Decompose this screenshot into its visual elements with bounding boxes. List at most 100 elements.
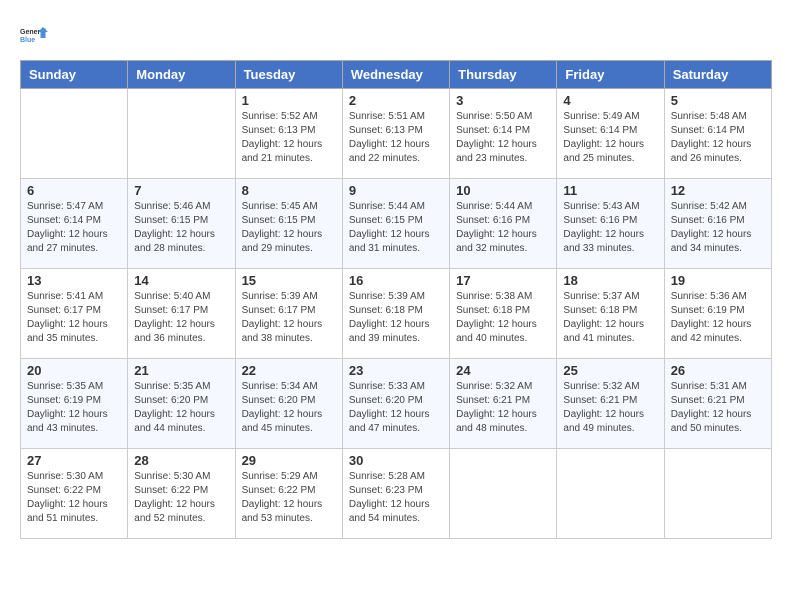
calendar-cell: 23 Sunrise: 5:33 AM Sunset: 6:20 PM Dayli… xyxy=(342,359,449,449)
day-number: 16 xyxy=(349,273,443,288)
day-info: Sunrise: 5:33 AM Sunset: 6:20 PM Dayligh… xyxy=(349,380,443,436)
calendar-cell: 6 Sunrise: 5:47 AM Sunset: 6:14 PM Daylig… xyxy=(21,179,128,269)
day-info: Sunrise: 5:50 AM Sunset: 6:14 PM Dayligh… xyxy=(456,110,550,166)
day-number: 21 xyxy=(134,363,228,378)
day-of-week-header: Thursday xyxy=(450,61,557,89)
day-info: Sunrise: 5:43 AM Sunset: 6:16 PM Dayligh… xyxy=(563,200,657,256)
day-info: Sunrise: 5:30 AM Sunset: 6:22 PM Dayligh… xyxy=(134,470,228,526)
day-number: 19 xyxy=(671,273,765,288)
day-of-week-header: Tuesday xyxy=(235,61,342,89)
calendar-cell: 13Sunrise: 5:41 AM Sunset: 6:17 PM Dayli… xyxy=(21,269,128,359)
day-info: Sunrise: 5:46 AM Sunset: 6:15 PM Dayligh… xyxy=(134,200,228,256)
day-number: 28 xyxy=(134,453,228,468)
calendar-cell: 17 Sunrise: 5:38 AM Sunset: 6:18 PM Dayli… xyxy=(450,269,557,359)
day-number: 24 xyxy=(456,363,550,378)
day-number: 15 xyxy=(242,273,336,288)
day-info: Sunrise: 5:34 AM Sunset: 6:20 PM Dayligh… xyxy=(242,380,336,436)
day-info: Sunrise: 5:35 AM Sunset: 6:20 PM Dayligh… xyxy=(134,380,228,436)
day-of-week-header: Wednesday xyxy=(342,61,449,89)
calendar-cell: 28 Sunrise: 5:30 AM Sunset: 6:22 PM Dayli… xyxy=(128,449,235,539)
calendar-table: SundayMondayTuesdayWednesdayThursdayFrid… xyxy=(20,60,772,539)
calendar-cell: 1 Sunrise: 5:52 AM Sunset: 6:13 PM Daylig… xyxy=(235,89,342,179)
calendar-cell xyxy=(21,89,128,179)
day-number: 7 xyxy=(134,183,228,198)
logo: GeneralBlue xyxy=(20,20,50,50)
calendar-cell: 18 Sunrise: 5:37 AM Sunset: 6:18 PM Dayli… xyxy=(557,269,664,359)
day-info: Sunrise: 5:47 AM Sunset: 6:14 PM Dayligh… xyxy=(27,200,121,256)
day-number: 2 xyxy=(349,93,443,108)
day-number: 5 xyxy=(671,93,765,108)
calendar-week-row: 13Sunrise: 5:41 AM Sunset: 6:17 PM Dayli… xyxy=(21,269,772,359)
day-info: Sunrise: 5:32 AM Sunset: 6:21 PM Dayligh… xyxy=(563,380,657,436)
day-info: Sunrise: 5:52 AM Sunset: 6:13 PM Dayligh… xyxy=(242,110,336,166)
calendar-cell: 29 Sunrise: 5:29 AM Sunset: 6:22 PM Dayli… xyxy=(235,449,342,539)
day-info: Sunrise: 5:45 AM Sunset: 6:15 PM Dayligh… xyxy=(242,200,336,256)
calendar-week-row: 6 Sunrise: 5:47 AM Sunset: 6:14 PM Daylig… xyxy=(21,179,772,269)
calendar-cell: 30 Sunrise: 5:28 AM Sunset: 6:23 PM Dayli… xyxy=(342,449,449,539)
day-info: Sunrise: 5:37 AM Sunset: 6:18 PM Dayligh… xyxy=(563,290,657,346)
day-info: Sunrise: 5:40 AM Sunset: 6:17 PM Dayligh… xyxy=(134,290,228,346)
day-of-week-header: Monday xyxy=(128,61,235,89)
calendar-cell: 16 Sunrise: 5:39 AM Sunset: 6:18 PM Dayli… xyxy=(342,269,449,359)
calendar-cell: 24Sunrise: 5:32 AM Sunset: 6:21 PM Dayli… xyxy=(450,359,557,449)
calendar-cell: 11 Sunrise: 5:43 AM Sunset: 6:16 PM Dayli… xyxy=(557,179,664,269)
day-number: 29 xyxy=(242,453,336,468)
day-number: 14 xyxy=(134,273,228,288)
calendar-cell: 19 Sunrise: 5:36 AM Sunset: 6:19 PM Dayli… xyxy=(664,269,771,359)
calendar-cell: 10 Sunrise: 5:44 AM Sunset: 6:16 PM Dayli… xyxy=(450,179,557,269)
day-number: 27 xyxy=(27,453,121,468)
day-info: Sunrise: 5:44 AM Sunset: 6:16 PM Dayligh… xyxy=(456,200,550,256)
calendar-cell: 26 Sunrise: 5:31 AM Sunset: 6:21 PM Dayli… xyxy=(664,359,771,449)
day-number: 25 xyxy=(563,363,657,378)
day-info: Sunrise: 5:36 AM Sunset: 6:19 PM Dayligh… xyxy=(671,290,765,346)
day-number: 10 xyxy=(456,183,550,198)
day-number: 1 xyxy=(242,93,336,108)
day-info: Sunrise: 5:28 AM Sunset: 6:23 PM Dayligh… xyxy=(349,470,443,526)
calendar-cell: 12Sunrise: 5:42 AM Sunset: 6:16 PM Dayli… xyxy=(664,179,771,269)
day-info: Sunrise: 5:39 AM Sunset: 6:18 PM Dayligh… xyxy=(349,290,443,346)
calendar-cell: 25 Sunrise: 5:32 AM Sunset: 6:21 PM Dayli… xyxy=(557,359,664,449)
day-info: Sunrise: 5:48 AM Sunset: 6:14 PM Dayligh… xyxy=(671,110,765,166)
day-number: 30 xyxy=(349,453,443,468)
calendar-week-row: 1 Sunrise: 5:52 AM Sunset: 6:13 PM Daylig… xyxy=(21,89,772,179)
day-number: 6 xyxy=(27,183,121,198)
calendar-cell xyxy=(128,89,235,179)
day-info: Sunrise: 5:35 AM Sunset: 6:19 PM Dayligh… xyxy=(27,380,121,436)
calendar-body: 1 Sunrise: 5:52 AM Sunset: 6:13 PM Daylig… xyxy=(21,89,772,539)
logo-icon: GeneralBlue xyxy=(20,20,50,50)
calendar-header-row: SundayMondayTuesdayWednesdayThursdayFrid… xyxy=(21,61,772,89)
calendar-cell: 21 Sunrise: 5:35 AM Sunset: 6:20 PM Dayli… xyxy=(128,359,235,449)
day-info: Sunrise: 5:38 AM Sunset: 6:18 PM Dayligh… xyxy=(456,290,550,346)
calendar-cell: 8 Sunrise: 5:45 AM Sunset: 6:15 PM Daylig… xyxy=(235,179,342,269)
day-number: 20 xyxy=(27,363,121,378)
day-number: 8 xyxy=(242,183,336,198)
calendar-cell: 14 Sunrise: 5:40 AM Sunset: 6:17 PM Dayli… xyxy=(128,269,235,359)
day-number: 23 xyxy=(349,363,443,378)
day-number: 9 xyxy=(349,183,443,198)
day-number: 17 xyxy=(456,273,550,288)
calendar-cell xyxy=(557,449,664,539)
header: GeneralBlue xyxy=(20,20,772,50)
day-of-week-header: Sunday xyxy=(21,61,128,89)
day-info: Sunrise: 5:44 AM Sunset: 6:15 PM Dayligh… xyxy=(349,200,443,256)
calendar-week-row: 20 Sunrise: 5:35 AM Sunset: 6:19 PM Dayli… xyxy=(21,359,772,449)
calendar-cell: 9 Sunrise: 5:44 AM Sunset: 6:15 PM Daylig… xyxy=(342,179,449,269)
day-number: 26 xyxy=(671,363,765,378)
calendar-cell: 20 Sunrise: 5:35 AM Sunset: 6:19 PM Dayli… xyxy=(21,359,128,449)
day-number: 11 xyxy=(563,183,657,198)
calendar-cell: 2Sunrise: 5:51 AM Sunset: 6:13 PM Daylig… xyxy=(342,89,449,179)
calendar-cell: 3 Sunrise: 5:50 AM Sunset: 6:14 PM Daylig… xyxy=(450,89,557,179)
day-number: 18 xyxy=(563,273,657,288)
day-info: Sunrise: 5:41 AM Sunset: 6:17 PM Dayligh… xyxy=(27,290,121,346)
day-number: 3 xyxy=(456,93,550,108)
svg-text:Blue: Blue xyxy=(20,37,35,44)
calendar-cell xyxy=(450,449,557,539)
calendar-week-row: 27 Sunrise: 5:30 AM Sunset: 6:22 PM Dayli… xyxy=(21,449,772,539)
day-of-week-header: Friday xyxy=(557,61,664,89)
day-number: 22 xyxy=(242,363,336,378)
day-info: Sunrise: 5:31 AM Sunset: 6:21 PM Dayligh… xyxy=(671,380,765,436)
day-info: Sunrise: 5:29 AM Sunset: 6:22 PM Dayligh… xyxy=(242,470,336,526)
day-info: Sunrise: 5:30 AM Sunset: 6:22 PM Dayligh… xyxy=(27,470,121,526)
calendar-cell: 22 Sunrise: 5:34 AM Sunset: 6:20 PM Dayli… xyxy=(235,359,342,449)
day-info: Sunrise: 5:49 AM Sunset: 6:14 PM Dayligh… xyxy=(563,110,657,166)
